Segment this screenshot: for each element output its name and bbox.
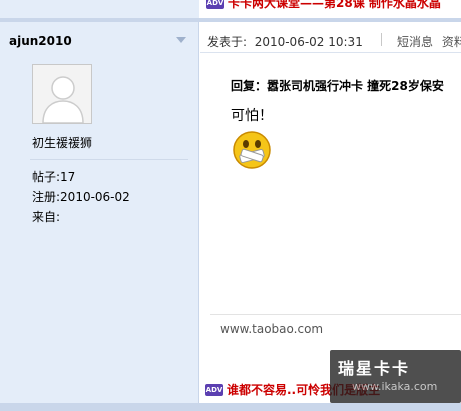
- post-actions: 短消息 资料: [397, 33, 461, 50]
- adv-badge-icon: ADV: [205, 383, 223, 396]
- post-body: 可怕！: [231, 108, 273, 124]
- post-title: 回复：嚣张司机强行冲卡 撞死28岁保安: [231, 79, 444, 93]
- top-ad-link[interactable]: ADV 卡卡两大课堂——第28课 制作水晶水晶: [206, 0, 441, 11]
- rank-divider: [30, 159, 188, 160]
- sealed-mouth-emoticon-icon: [233, 131, 271, 169]
- watermark-title: 瑞星卡卡: [338, 359, 411, 378]
- default-avatar-icon: [33, 65, 91, 123]
- watermark-logo: 瑞星卡卡 www.ikaka.com: [330, 350, 461, 403]
- chevron-down-icon[interactable]: [176, 37, 186, 43]
- user-info: 帖子:17 注册:2010-06-02 来自:: [32, 167, 130, 227]
- top-ad-strip: ADV 卡卡两大课堂——第28课 制作水晶水晶: [0, 0, 461, 22]
- post-count-row: 帖子:17: [32, 170, 76, 184]
- user-rank: 初生禐禐狮: [32, 136, 93, 150]
- location-row: 来自:: [32, 210, 61, 224]
- signature-text: www.taobao.com: [220, 322, 324, 336]
- bottom-divider: [0, 403, 461, 411]
- watermark-url: www.ikaka.com: [352, 380, 438, 393]
- message-link[interactable]: 短消息: [397, 35, 433, 49]
- meta-divider: [381, 33, 382, 46]
- register-date-row: 注册:2010-06-02: [32, 190, 130, 204]
- username-link[interactable]: ajun2010: [9, 34, 72, 48]
- adv-badge-icon: ADV: [206, 0, 224, 9]
- top-ad-text[interactable]: 卡卡两大课堂——第28课 制作水晶水晶: [228, 0, 441, 11]
- avatar[interactable]: [32, 64, 92, 124]
- post-meta-bar: 发表于: 2010-06-02 10:31 短消息 资料: [200, 22, 461, 53]
- profile-link[interactable]: 资料: [442, 35, 461, 49]
- user-sidebar: ajun2010 初生禐禐狮 帖子:17 注册:2010-06-02 来自:: [0, 22, 199, 403]
- post-time: 发表于: 2010-06-02 10:31: [207, 35, 363, 49]
- post-main: 发表于: 2010-06-02 10:31 短消息 资料 回复：嚣张司机强行冲卡…: [200, 22, 461, 403]
- signature-divider: [210, 314, 461, 315]
